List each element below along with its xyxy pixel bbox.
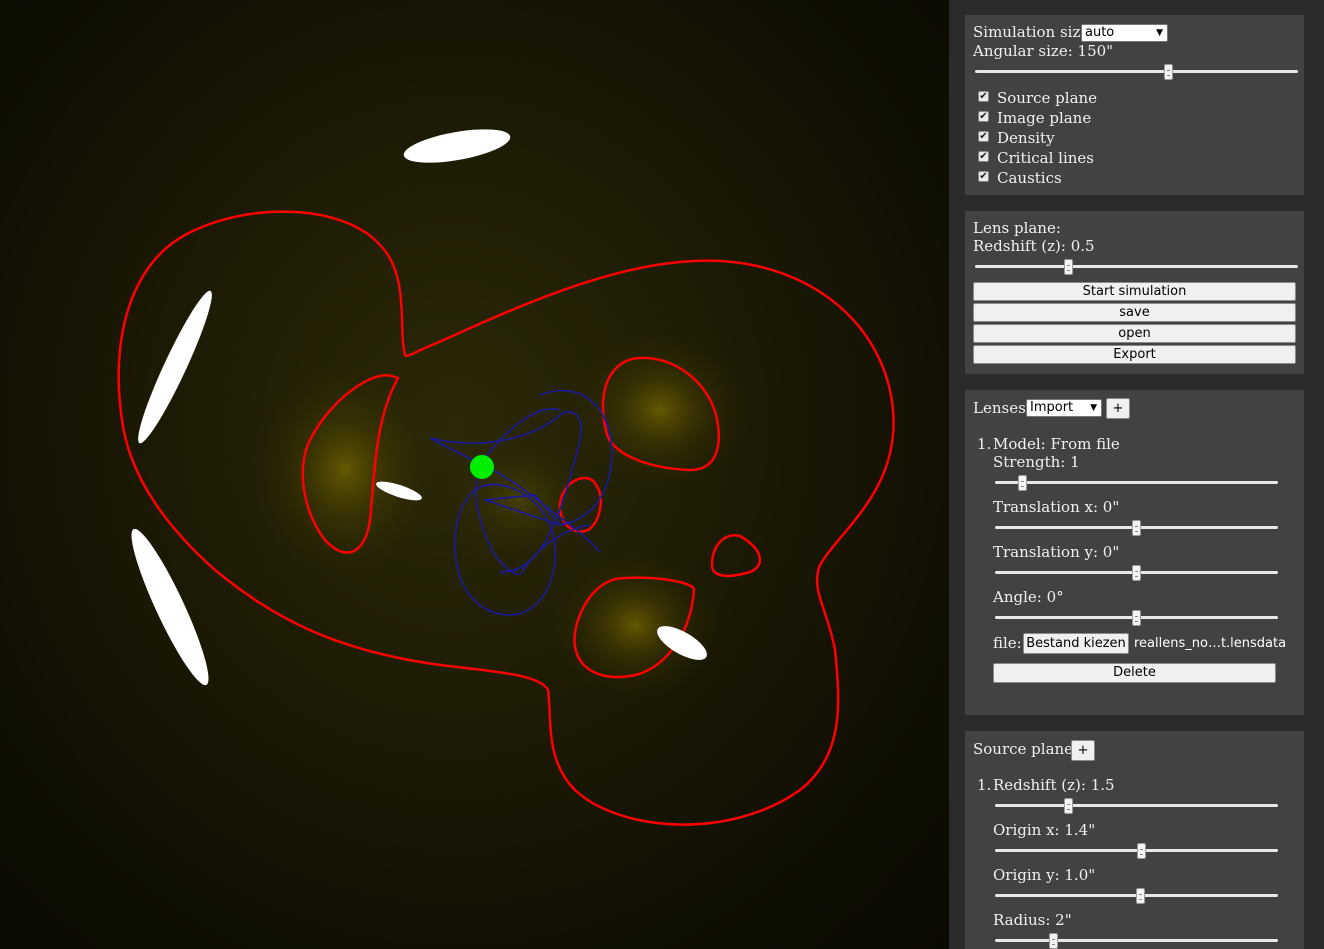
- simulation-size-select[interactable]: auto ▼: [1081, 24, 1168, 42]
- file-name: reallens_no…t.lensdata: [1134, 636, 1287, 651]
- slider-thumb[interactable]: [1063, 798, 1073, 814]
- slider-thumb[interactable]: [1018, 475, 1028, 491]
- translation-x-label: Translation x: 0": [993, 498, 1120, 516]
- slider-thumb[interactable]: [1049, 933, 1059, 949]
- angular-size-label: Angular size: 150": [973, 42, 1114, 60]
- lens-plane-panel: Lens plane: Redshift (z): 0.5 Start simu…: [965, 211, 1304, 374]
- translation-y-slider[interactable]: [995, 565, 1278, 581]
- source-plane-checkbox[interactable]: ✔: [978, 91, 989, 102]
- lenses-title: Lenses:: [973, 399, 1031, 417]
- density-label: Density: [997, 129, 1055, 147]
- start-simulation-button[interactable]: Start simulation: [973, 282, 1296, 301]
- simulation-size-value: auto: [1085, 25, 1115, 40]
- file-label: file:: [993, 634, 1022, 652]
- radius-label: Radius: 2": [993, 911, 1072, 929]
- image-plane-checkbox[interactable]: ✔: [978, 111, 989, 122]
- image-arc-left-lower: [131, 528, 209, 686]
- source-planes-title: Source planes:: [973, 740, 1086, 758]
- radius-slider[interactable]: [995, 933, 1278, 949]
- angle-label: Angle: 0°: [993, 588, 1064, 606]
- lenses-panel: Lenses: Import ▼ + 1. Model: From file S…: [965, 390, 1304, 715]
- critical-line-small: [710, 534, 762, 578]
- chevron-down-icon: ▼: [1090, 403, 1097, 413]
- translation-y-label: Translation y: 0": [993, 543, 1120, 561]
- slider-track: [995, 939, 1278, 942]
- image-plane-label: Image plane: [997, 109, 1092, 127]
- image-arc-left-upper: [138, 290, 212, 444]
- image-arc-top: [403, 129, 511, 163]
- origin-y-slider[interactable]: [995, 888, 1278, 904]
- simulation-canvas[interactable]: [0, 0, 949, 949]
- lens-import-select[interactable]: Import ▼: [1026, 399, 1102, 417]
- lens-import-value: Import: [1030, 400, 1074, 415]
- lens-strength-slider[interactable]: [995, 475, 1278, 491]
- slider-thumb[interactable]: [1163, 64, 1173, 80]
- lens-model-label: Model: From file: [993, 435, 1120, 453]
- save-button[interactable]: save: [973, 303, 1296, 322]
- origin-y-label: Origin y: 1.0": [993, 866, 1096, 884]
- lens-strength-label: Strength: 1: [993, 453, 1080, 471]
- source-item-number: 1.: [977, 776, 992, 794]
- source-redshift-slider[interactable]: [995, 798, 1278, 814]
- display-settings-panel: Simulation size: auto ▼ Angular size: 15…: [965, 15, 1304, 195]
- slider-thumb[interactable]: [1131, 610, 1141, 626]
- add-lens-button[interactable]: +: [1106, 398, 1130, 419]
- lens-visualization: [117, 129, 895, 826]
- source-marker: [470, 455, 494, 479]
- translation-x-slider[interactable]: [995, 520, 1278, 536]
- critical-lines-label: Critical lines: [997, 149, 1095, 167]
- angle-slider[interactable]: [995, 610, 1278, 626]
- caustics-label: Caustics: [997, 169, 1062, 187]
- add-source-plane-button[interactable]: +: [1071, 740, 1095, 761]
- delete-lens-button[interactable]: Delete: [993, 663, 1276, 683]
- density-checkbox[interactable]: ✔: [978, 131, 989, 142]
- source-redshift-label: Redshift (z): 1.5: [993, 776, 1115, 794]
- lens-redshift-label: Redshift (z): 0.5: [973, 237, 1095, 255]
- simulation-size-label: Simulation size:: [973, 23, 1095, 41]
- lens-plane-title: Lens plane:: [973, 219, 1061, 237]
- slider-thumb[interactable]: [1135, 888, 1145, 904]
- slider-thumb[interactable]: [1131, 520, 1141, 536]
- slider-thumb[interactable]: [1131, 565, 1141, 581]
- source-plane-label: Source plane: [997, 89, 1098, 107]
- origin-x-label: Origin x: 1.4": [993, 821, 1096, 839]
- source-planes-panel: Source planes: + 1. Redshift (z): 1.5 Or…: [965, 731, 1304, 949]
- choose-file-button[interactable]: Bestand kiezen: [1023, 633, 1129, 654]
- control-sidebar: Simulation size: auto ▼ Angular size: 15…: [949, 0, 1324, 949]
- slider-track: [975, 265, 1298, 268]
- caustics-checkbox[interactable]: ✔: [978, 171, 989, 182]
- chevron-down-icon: ▼: [1156, 28, 1163, 38]
- slider-thumb[interactable]: [1063, 259, 1073, 275]
- export-button[interactable]: Export: [973, 345, 1296, 364]
- lens-redshift-slider[interactable]: [975, 259, 1298, 275]
- slider-track: [995, 804, 1278, 807]
- angular-size-slider[interactable]: [975, 64, 1298, 80]
- open-button[interactable]: open: [973, 324, 1296, 343]
- slider-thumb[interactable]: [1137, 843, 1147, 859]
- slider-track: [995, 481, 1278, 484]
- critical-lines-checkbox[interactable]: ✔: [978, 151, 989, 162]
- lens-item-number: 1.: [977, 435, 992, 453]
- slider-track: [975, 70, 1298, 73]
- origin-x-slider[interactable]: [995, 843, 1278, 859]
